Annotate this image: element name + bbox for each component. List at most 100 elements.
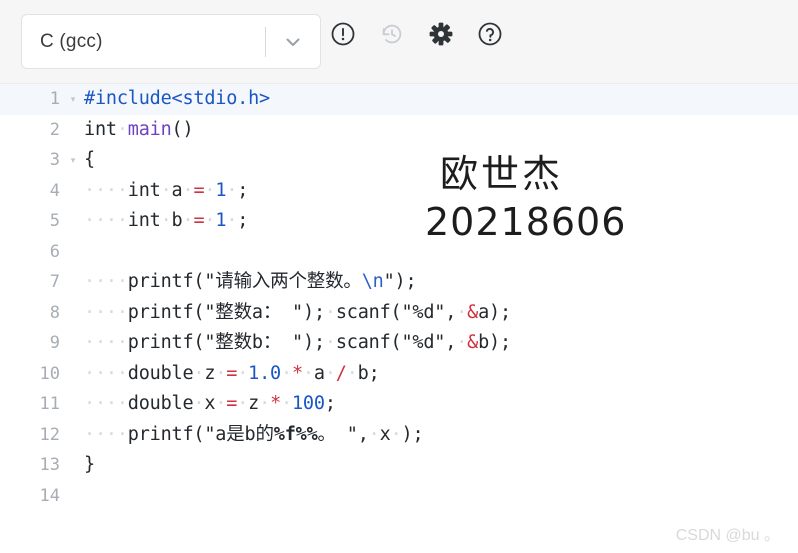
code-token: · (193, 393, 205, 414)
code-token: printf( (127, 332, 205, 353)
code-line[interactable]: 7 ····printf("请输入两个整数。\n"); (0, 267, 798, 298)
fold-arrow-icon[interactable]: ▾ (62, 94, 84, 104)
line-number: 4 (49, 180, 60, 201)
code-token: ···· (84, 271, 128, 292)
code-token: x (204, 393, 216, 414)
code-line[interactable]: 1 ▾ #include<stdio.h> (0, 84, 798, 115)
code-token: } (84, 454, 95, 475)
exclamation-circle-icon[interactable] (330, 21, 356, 47)
code-line[interactable]: 13} (0, 450, 798, 481)
code-token: a); (478, 301, 511, 323)
code-token: () (171, 118, 194, 140)
line-number: 1 (49, 89, 60, 110)
code-token: · (324, 362, 336, 384)
language-select[interactable]: C (gcc) (21, 14, 321, 69)
code-token: ···· (84, 393, 128, 414)
line-number: 13 (39, 455, 60, 476)
code-token: "a是b的 (204, 423, 274, 445)
code-token: int (127, 210, 161, 231)
line-number: 7 (49, 272, 60, 293)
code-token: ···· (84, 362, 128, 384)
code-line[interactable]: 3 ▾{ (0, 145, 798, 176)
code-content: int·main() (84, 115, 798, 146)
code-token: ; (237, 179, 249, 201)
code-token: · (226, 179, 238, 201)
code-line[interactable]: 10 ····double·z·=·1.0·*·a·/·b; (0, 359, 798, 390)
code-token: · (456, 332, 468, 353)
code-content: ····double·x·=·z·*·100; (84, 389, 798, 420)
code-token: %f%% (273, 423, 318, 445)
code-token: ···· (84, 301, 128, 323)
code-token: · (237, 362, 249, 384)
line-number: 2 (49, 119, 60, 140)
code-editor[interactable]: 1 ▾ #include<stdio.h> 2 int·main() 3 ▾{4 ····in… (0, 84, 798, 553)
code-token: double (127, 362, 194, 384)
line-number: 6 (49, 241, 60, 262)
fold-arrow-icon[interactable]: ▾ (62, 155, 84, 165)
code-token: · (390, 423, 402, 445)
line-number: 11 (39, 394, 60, 415)
line-number: 12 (39, 424, 60, 445)
code-token: double (127, 393, 194, 414)
code-line[interactable]: 4 ····int·a·=·1·; (0, 176, 798, 207)
code-token: = (193, 210, 205, 231)
line-number: 5 (49, 211, 60, 232)
gear-icon[interactable] (428, 21, 454, 47)
code-token: scanf( (335, 332, 402, 353)
code-token: a (313, 362, 325, 384)
code-token: · (160, 179, 172, 201)
code-token: · (368, 423, 380, 445)
code-token: · (324, 332, 336, 353)
code-token: · (456, 301, 468, 323)
code-token: "%d" (401, 332, 446, 353)
code-token: ; (237, 210, 249, 231)
code-token: ); (303, 332, 325, 353)
history-icon[interactable] (379, 21, 405, 47)
annotation-student-id: 20218606 (425, 200, 627, 244)
chevron-down-icon[interactable] (266, 15, 320, 68)
language-select-value: C (gcc) (40, 30, 103, 52)
code-token: = (226, 393, 238, 414)
code-token: · (204, 210, 216, 231)
code-token: b; (357, 362, 380, 384)
code-token: = (226, 362, 238, 384)
code-line[interactable]: 5 ····int·b·=·1·; (0, 206, 798, 237)
code-content: ····printf("整数b： ");·scanf("%d",·&b); (84, 328, 798, 359)
code-token: #include<stdio.h> (84, 88, 270, 109)
code-line-list: 1 ▾ #include<stdio.h> 2 int·main() 3 ▾{4 ····in… (0, 84, 798, 511)
code-token: { (84, 149, 95, 170)
line-number: 3 (49, 150, 60, 171)
code-line[interactable]: 8 ····printf("整数a： ");·scanf("%d",·&a); (0, 298, 798, 329)
line-number: 10 (39, 363, 60, 384)
code-token: · (302, 362, 314, 384)
code-token: · (346, 362, 358, 384)
code-content: ····double·z·=·1.0·*·a·/·b; (84, 359, 798, 390)
line-number: 9 (49, 333, 60, 354)
code-token: · (237, 393, 249, 414)
code-line[interactable]: 9 ····printf("整数b： ");·scanf("%d",·&b); (0, 328, 798, 359)
code-content: ····printf("整数a： ");·scanf("%d",·&a); (84, 298, 798, 329)
code-line[interactable]: 11 ····double·x·=·z·*·100; (0, 389, 798, 420)
code-token: b); (478, 332, 511, 353)
code-token: ); (394, 271, 417, 292)
code-line[interactable]: 12 ····printf("a是b的%f%%。 ",·x·); (0, 420, 798, 451)
code-token: * (291, 362, 303, 384)
code-token: / (335, 362, 347, 384)
code-token: ); (303, 301, 325, 323)
watermark: CSDN @bu 。 (675, 527, 780, 544)
code-token: x (379, 423, 391, 445)
code-token: "请输入两个整数。 (204, 271, 362, 292)
code-line[interactable]: 6 (0, 237, 798, 268)
question-circle-icon[interactable] (477, 21, 503, 47)
code-token: 1.0 (248, 362, 281, 384)
code-token: · (160, 210, 172, 231)
code-token: main (127, 118, 172, 140)
toolbar-icon-group (330, 21, 503, 47)
code-token: · (182, 210, 194, 231)
code-line[interactable]: 14 (0, 481, 798, 512)
code-line[interactable]: 2 int·main() (0, 115, 798, 146)
code-token: 100 (291, 393, 325, 414)
editor-toolbar: C (gcc) (0, 0, 798, 84)
code-token: · (281, 393, 292, 414)
code-token: · (215, 362, 227, 384)
